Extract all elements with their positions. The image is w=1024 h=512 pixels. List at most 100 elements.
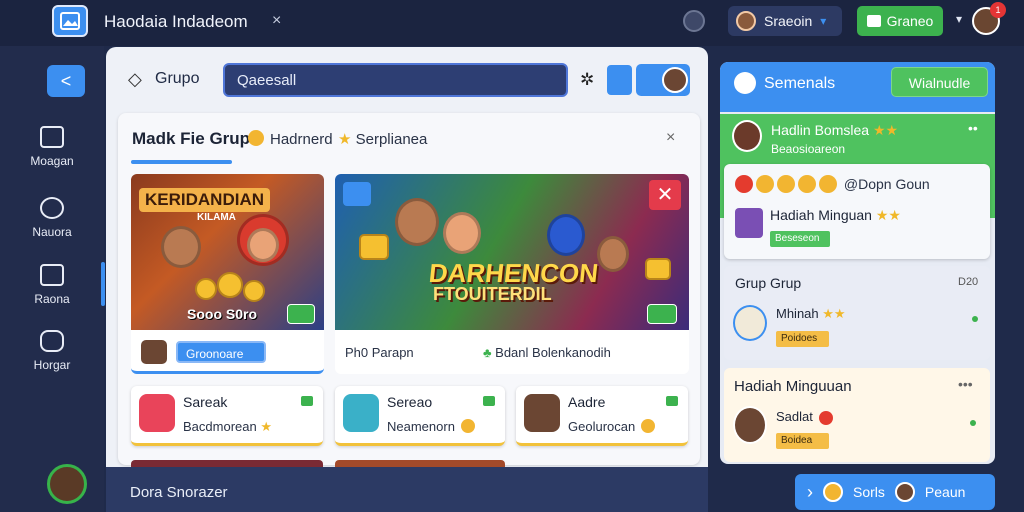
bottom-actions[interactable]: › Sorls Peaun <box>795 474 995 510</box>
coin-icon <box>756 175 774 193</box>
play-button[interactable] <box>287 304 315 324</box>
user-chip[interactable]: Sraeoin ▾ <box>728 6 842 36</box>
bottom-status-text: Dora Snorazer <box>130 484 228 501</box>
card-title[interactable]: Madk Fie Grup <box>132 129 250 149</box>
game-icon <box>139 394 175 432</box>
coin-icon <box>460 419 475 433</box>
member-avatar <box>662 67 688 93</box>
more-icon[interactable]: •• <box>968 120 978 136</box>
right-panel-button[interactable]: Wialnudle <box>891 67 988 97</box>
filter-button[interactable] <box>607 65 632 95</box>
featured-name: Hadlin Bomslea ★★ <box>771 122 898 139</box>
tab-label: Hadrnerd <box>270 131 333 148</box>
notification-badge: 1 <box>990 2 1006 18</box>
action-peaun[interactable]: Peaun <box>925 484 965 500</box>
featured-avatar[interactable] <box>732 120 762 152</box>
game-card-sub-label: Neamenorn <box>387 419 455 434</box>
tab-serplianea[interactable]: ★ Serplianea <box>338 130 427 148</box>
game-card[interactable]: Sereao Neamenorn <box>335 386 505 446</box>
leaf-icon <box>666 396 678 406</box>
close-icon[interactable]: × <box>666 129 675 147</box>
nav-item-nauora[interactable]: Nauora <box>0 197 104 239</box>
tile-meta-b: ♣ Bdanl Bolenkanodih <box>483 345 611 360</box>
nav-item-label: Horgar <box>33 358 71 372</box>
host-avatar <box>141 340 167 364</box>
featured-pill[interactable]: Beseseon <box>770 231 830 247</box>
tile-meta-label: Bdanl Bolenkanodih <box>495 345 611 360</box>
chat-icon <box>734 72 756 94</box>
group-avatar <box>733 305 767 341</box>
game-card-sub: Bacdmorean ★ <box>183 419 272 435</box>
star-icon: ★★ <box>871 207 901 223</box>
character-image <box>597 236 629 272</box>
game-card[interactable]: Aadre Geolurocan <box>516 386 688 446</box>
search-input[interactable] <box>223 63 568 97</box>
more-icon[interactable]: ••• <box>958 376 973 392</box>
hadiah-name: Sadlat <box>776 409 836 425</box>
close-tab-icon[interactable]: × <box>272 12 281 30</box>
self-avatar[interactable] <box>47 464 87 504</box>
game-banner-2[interactable]: DARHENCON FTOUITERDIL ✕ <box>335 174 689 330</box>
group-label: Grupo <box>155 70 200 87</box>
group-member-label: Mhinah <box>776 306 819 321</box>
coin-icon <box>798 175 816 193</box>
game-card-title: Sareak <box>183 394 228 410</box>
hadiah-pill[interactable]: Boidea <box>776 433 829 449</box>
tile-meta-a: Ph0 Parapn <box>345 345 414 360</box>
tag-icon: ◇ <box>128 69 142 89</box>
user-name: Sraeoin <box>764 13 813 29</box>
character-image <box>247 228 279 262</box>
smile-icon <box>248 130 264 146</box>
online-dot <box>972 316 978 322</box>
hadiah-avatar <box>733 406 767 444</box>
coin-icon <box>823 482 843 502</box>
tab-hadrnerd[interactable]: Hadrnerd <box>248 130 333 148</box>
close-banner-button[interactable]: ✕ <box>649 180 681 210</box>
gold-bar-icon <box>359 234 389 260</box>
character-image <box>161 226 201 268</box>
featured-name-label: Hadlin Bomslea <box>771 122 870 138</box>
online-dot <box>970 420 976 426</box>
leaf-icon: ♣ <box>483 345 496 360</box>
gold-bar-icon <box>645 258 671 280</box>
game-banner-1[interactable]: KERIDANDIAN KILAMA Sooo S0ro <box>131 174 324 330</box>
hadiah-name-label: Sadlat <box>776 409 813 424</box>
tab-label: Serplianea <box>355 131 428 148</box>
nav-item-label: Raona <box>34 292 70 306</box>
coin-icon <box>641 419 656 433</box>
action-sorls[interactable]: Sorls <box>853 484 885 500</box>
primary-button[interactable]: Graneo <box>857 6 943 36</box>
hadiah-title: Hadiah Minguuan <box>734 378 852 395</box>
coins-row: @Dopn Goun <box>735 175 930 193</box>
folder-icon <box>40 126 64 148</box>
app-logo-icon[interactable] <box>52 5 88 37</box>
tab-underline <box>131 160 232 164</box>
banner-subtitle: KILAMA <box>197 212 236 223</box>
game-card-sub-label: Geolurocan <box>568 419 636 434</box>
app-title: Haodaia Indadeom <box>104 12 248 31</box>
nav-item-horgar[interactable]: Horgar <box>0 330 104 372</box>
arrow-icon[interactable]: › <box>807 482 813 503</box>
group-icon <box>40 330 64 352</box>
settings-icon[interactable] <box>683 10 705 32</box>
coin-icon <box>195 278 217 300</box>
nav-item-moagan[interactable]: Moagan <box>0 126 104 168</box>
star-icon: ★★ <box>818 306 846 321</box>
menu-chevron-icon[interactable]: ▾ <box>956 12 962 26</box>
join-pill[interactable]: Groonoare <box>176 341 266 363</box>
character-image <box>443 212 481 254</box>
chat-icon <box>40 197 64 219</box>
game-card[interactable]: Sareak Bacdmorean ★ <box>131 386 323 446</box>
game-card-title: Sereao <box>387 394 433 410</box>
play-button[interactable] <box>647 304 677 324</box>
group-pill[interactable]: Poidoes <box>776 331 829 347</box>
nav-item-raona[interactable]: Raona <box>0 264 104 306</box>
tag-badge <box>343 182 371 206</box>
coin-icon <box>217 272 243 298</box>
share-icon[interactable]: < <box>47 65 85 97</box>
gear-icon[interactable]: ✲ <box>580 70 594 90</box>
nav-item-label: Nauora <box>32 225 72 239</box>
group-title: Grup Grup <box>735 275 802 291</box>
banner-title: KERIDANDIAN <box>139 188 270 212</box>
game-card-sub: Neamenorn <box>387 419 475 434</box>
